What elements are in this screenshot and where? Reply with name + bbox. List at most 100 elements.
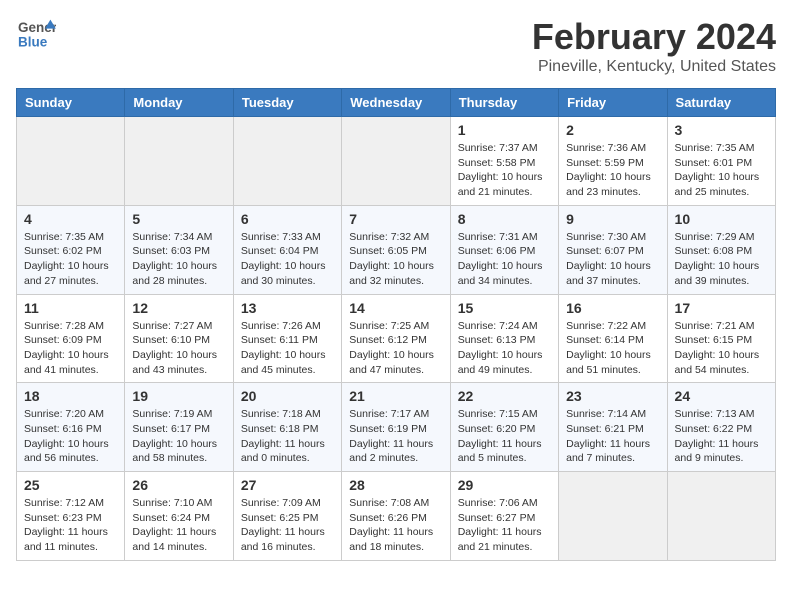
day-number: 26 (132, 477, 225, 493)
day-info: Sunrise: 7:36 AM Sunset: 5:59 PM Dayligh… (566, 141, 659, 200)
calendar-cell: 12 Sunrise: 7:27 AM Sunset: 6:10 PM Dayli… (125, 294, 233, 383)
week-row-1: 1Sunrise: 7:37 AM Sunset: 5:58 PM Daylig… (17, 117, 776, 206)
day-number: 17 (675, 300, 768, 316)
calendar-cell: 26 Sunrise: 7:10 AM Sunset: 6:24 PM Dayli… (125, 472, 233, 561)
day-info: Sunrise: 7:31 AM Sunset: 6:06 PM Dayligh… (458, 230, 551, 289)
day-header-friday: Friday (559, 89, 667, 117)
calendar-cell: 3Sunrise: 7:35 AM Sunset: 6:01 PM Daylig… (667, 117, 775, 206)
day-number: 28 (349, 477, 442, 493)
day-header-wednesday: Wednesday (342, 89, 450, 117)
day-info: Sunrise: 7:33 AM Sunset: 6:04 PM Dayligh… (241, 230, 334, 289)
day-header-sunday: Sunday (17, 89, 125, 117)
calendar-cell: 15Sunrise: 7:24 AM Sunset: 6:13 PM Dayli… (450, 294, 558, 383)
day-number: 14 (349, 300, 442, 316)
day-info: Sunrise: 7:19 AM Sunset: 6:17 PM Dayligh… (132, 407, 225, 466)
day-info: Sunrise: 7:30 AM Sunset: 6:07 PM Dayligh… (566, 230, 659, 289)
day-number: 11 (24, 300, 117, 316)
days-header-row: SundayMondayTuesdayWednesdayThursdayFrid… (17, 89, 776, 117)
svg-text:Blue: Blue (18, 35, 48, 50)
day-number: 1 (458, 122, 551, 138)
day-number: 3 (675, 122, 768, 138)
calendar-cell: 5 Sunrise: 7:34 AM Sunset: 6:03 PM Daylig… (125, 205, 233, 294)
day-number: 22 (458, 388, 551, 404)
week-row-2: 4 Sunrise: 7:35 AM Sunset: 6:02 PM Daylig… (17, 205, 776, 294)
day-info: Sunrise: 7:13 AM Sunset: 6:22 PM Dayligh… (675, 407, 768, 466)
calendar-cell: 7 Sunrise: 7:32 AM Sunset: 6:05 PM Daylig… (342, 205, 450, 294)
day-info: Sunrise: 7:27 AM Sunset: 6:10 PM Dayligh… (132, 319, 225, 378)
day-number: 12 (132, 300, 225, 316)
calendar-subtitle: Pineville, Kentucky, United States (532, 58, 776, 76)
calendar-cell: 27 Sunrise: 7:09 AM Sunset: 6:25 PM Dayli… (233, 472, 341, 561)
calendar-cell: 2 Sunrise: 7:36 AM Sunset: 5:59 PM Daylig… (559, 117, 667, 206)
calendar-cell (559, 472, 667, 561)
day-header-saturday: Saturday (667, 89, 775, 117)
calendar-cell: 21Sunrise: 7:17 AM Sunset: 6:19 PM Dayli… (342, 383, 450, 472)
calendar-cell: 1Sunrise: 7:37 AM Sunset: 5:58 PM Daylig… (450, 117, 558, 206)
calendar-cell: 24 Sunrise: 7:13 AM Sunset: 6:22 PM Dayli… (667, 383, 775, 472)
logo: General Blue (16, 16, 60, 52)
day-info: Sunrise: 7:35 AM Sunset: 6:02 PM Dayligh… (24, 230, 117, 289)
calendar-cell: 28Sunrise: 7:08 AM Sunset: 6:26 PM Dayli… (342, 472, 450, 561)
day-number: 21 (349, 388, 442, 404)
day-info: Sunrise: 7:26 AM Sunset: 6:11 PM Dayligh… (241, 319, 334, 378)
day-number: 25 (24, 477, 117, 493)
day-number: 13 (241, 300, 334, 316)
day-number: 7 (349, 211, 442, 227)
day-info: Sunrise: 7:34 AM Sunset: 6:03 PM Dayligh… (132, 230, 225, 289)
day-info: Sunrise: 7:21 AM Sunset: 6:15 PM Dayligh… (675, 319, 768, 378)
day-info: Sunrise: 7:28 AM Sunset: 6:09 PM Dayligh… (24, 319, 117, 378)
calendar-cell (342, 117, 450, 206)
week-row-5: 25Sunrise: 7:12 AM Sunset: 6:23 PM Dayli… (17, 472, 776, 561)
calendar-cell: 10 Sunrise: 7:29 AM Sunset: 6:08 PM Dayli… (667, 205, 775, 294)
day-number: 10 (675, 211, 768, 227)
day-number: 20 (241, 388, 334, 404)
day-info: Sunrise: 7:18 AM Sunset: 6:18 PM Dayligh… (241, 407, 334, 466)
day-header-tuesday: Tuesday (233, 89, 341, 117)
day-number: 4 (24, 211, 117, 227)
week-row-3: 11 Sunrise: 7:28 AM Sunset: 6:09 PM Dayli… (17, 294, 776, 383)
week-row-4: 18Sunrise: 7:20 AM Sunset: 6:16 PM Dayli… (17, 383, 776, 472)
calendar-cell (233, 117, 341, 206)
page-header: General Blue February 2024 Pineville, Ke… (16, 16, 776, 76)
calendar-cell: 18Sunrise: 7:20 AM Sunset: 6:16 PM Dayli… (17, 383, 125, 472)
day-info: Sunrise: 7:10 AM Sunset: 6:24 PM Dayligh… (132, 496, 225, 555)
day-info: Sunrise: 7:09 AM Sunset: 6:25 PM Dayligh… (241, 496, 334, 555)
calendar-cell: 11 Sunrise: 7:28 AM Sunset: 6:09 PM Dayli… (17, 294, 125, 383)
calendar-cell: 23 Sunrise: 7:14 AM Sunset: 6:21 PM Dayli… (559, 383, 667, 472)
day-info: Sunrise: 7:14 AM Sunset: 6:21 PM Dayligh… (566, 407, 659, 466)
day-info: Sunrise: 7:29 AM Sunset: 6:08 PM Dayligh… (675, 230, 768, 289)
calendar-body: 1Sunrise: 7:37 AM Sunset: 5:58 PM Daylig… (17, 117, 776, 561)
day-number: 2 (566, 122, 659, 138)
day-info: Sunrise: 7:15 AM Sunset: 6:20 PM Dayligh… (458, 407, 551, 466)
day-number: 16 (566, 300, 659, 316)
calendar-cell: 19 Sunrise: 7:19 AM Sunset: 6:17 PM Dayli… (125, 383, 233, 472)
calendar-cell: 29 Sunrise: 7:06 AM Sunset: 6:27 PM Dayli… (450, 472, 558, 561)
calendar-cell: 16 Sunrise: 7:22 AM Sunset: 6:14 PM Dayli… (559, 294, 667, 383)
day-number: 9 (566, 211, 659, 227)
day-header-monday: Monday (125, 89, 233, 117)
day-info: Sunrise: 7:22 AM Sunset: 6:14 PM Dayligh… (566, 319, 659, 378)
day-number: 27 (241, 477, 334, 493)
calendar-cell: 22 Sunrise: 7:15 AM Sunset: 6:20 PM Dayli… (450, 383, 558, 472)
day-number: 29 (458, 477, 551, 493)
calendar-cell: 8 Sunrise: 7:31 AM Sunset: 6:06 PM Daylig… (450, 205, 558, 294)
day-info: Sunrise: 7:32 AM Sunset: 6:05 PM Dayligh… (349, 230, 442, 289)
day-info: Sunrise: 7:20 AM Sunset: 6:16 PM Dayligh… (24, 407, 117, 466)
day-info: Sunrise: 7:06 AM Sunset: 6:27 PM Dayligh… (458, 496, 551, 555)
calendar-table: SundayMondayTuesdayWednesdayThursdayFrid… (16, 88, 776, 561)
calendar-title: February 2024 (532, 16, 776, 58)
day-info: Sunrise: 7:25 AM Sunset: 6:12 PM Dayligh… (349, 319, 442, 378)
day-number: 19 (132, 388, 225, 404)
day-number: 5 (132, 211, 225, 227)
day-number: 6 (241, 211, 334, 227)
calendar-cell: 14 Sunrise: 7:25 AM Sunset: 6:12 PM Dayli… (342, 294, 450, 383)
calendar-cell: 20 Sunrise: 7:18 AM Sunset: 6:18 PM Dayli… (233, 383, 341, 472)
calendar-cell (17, 117, 125, 206)
day-info: Sunrise: 7:24 AM Sunset: 6:13 PM Dayligh… (458, 319, 551, 378)
day-number: 8 (458, 211, 551, 227)
calendar-cell: 17 Sunrise: 7:21 AM Sunset: 6:15 PM Dayli… (667, 294, 775, 383)
day-header-thursday: Thursday (450, 89, 558, 117)
day-number: 24 (675, 388, 768, 404)
day-number: 23 (566, 388, 659, 404)
calendar-cell (125, 117, 233, 206)
